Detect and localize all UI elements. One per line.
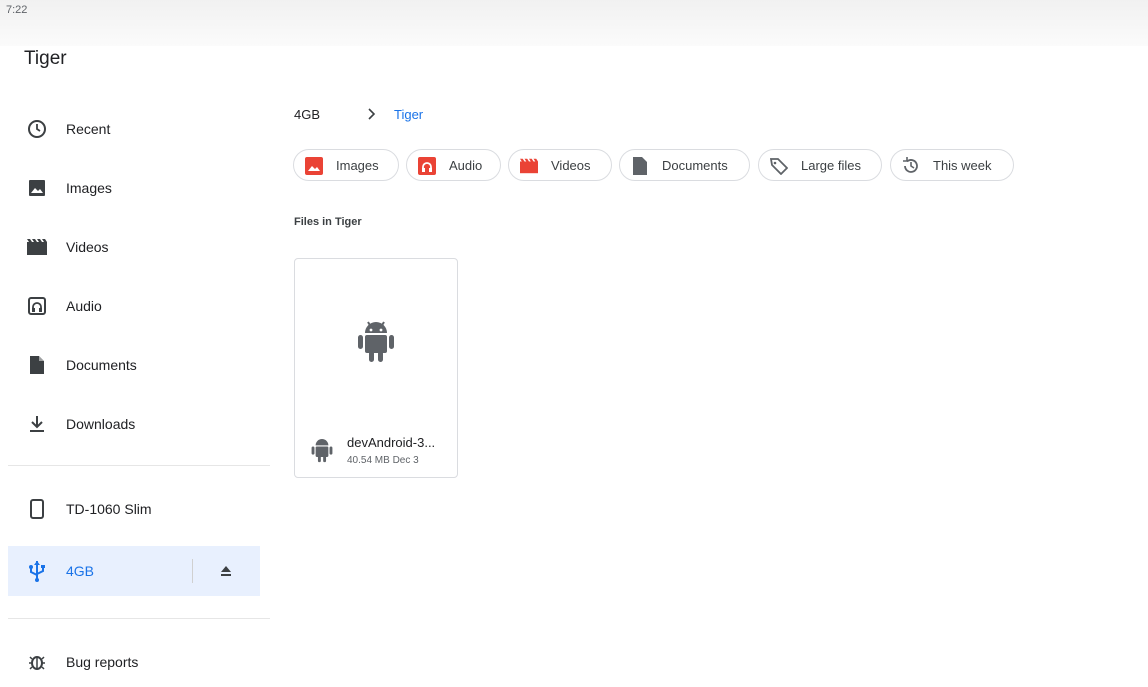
movie-icon <box>520 157 538 175</box>
sidebar-item-downloads[interactable]: Downloads <box>8 399 260 449</box>
sidebar-item-videos[interactable]: Videos <box>8 222 260 272</box>
status-bar: 7:22 <box>0 0 1148 46</box>
eject-separator <box>192 559 193 583</box>
sidebar-item-label: Documents <box>66 357 137 373</box>
android-icon <box>311 437 333 463</box>
sidebar-item-label: TD-1060 Slim <box>66 501 152 517</box>
chip-this-week[interactable]: This week <box>890 149 1014 181</box>
sidebar-item-label: Videos <box>66 239 109 255</box>
movie-icon <box>26 236 48 258</box>
sidebar-item-documents[interactable]: Documents <box>8 340 260 390</box>
chip-documents[interactable]: Documents <box>619 149 750 181</box>
status-time: 7:22 <box>6 4 28 16</box>
files-section-title: Files in Tiger <box>294 216 362 228</box>
sidebar-item-label: Downloads <box>66 416 136 432</box>
sidebar-item-images[interactable]: Images <box>8 163 260 213</box>
label-icon <box>770 157 788 175</box>
sidebar: Recent Images Videos Audio Documents Dow… <box>0 100 270 679</box>
chip-audio[interactable]: Audio <box>406 149 501 181</box>
sidebar-item-label: Bug reports <box>66 654 139 670</box>
image-icon <box>26 177 48 199</box>
sidebar-item-bug-reports[interactable]: Bug reports <box>8 637 260 687</box>
chip-label: Large files <box>801 158 861 173</box>
breadcrumb-current[interactable]: Tiger <box>394 107 423 122</box>
audio-icon <box>418 157 436 175</box>
chevron-right-icon <box>367 107 379 121</box>
bug-icon <box>26 651 48 673</box>
eject-icon[interactable] <box>216 561 236 581</box>
chip-label: Images <box>336 158 379 173</box>
file-card[interactable]: devAndroid-3... 40.54 MB Dec 3 <box>294 258 458 478</box>
history-icon <box>902 157 920 175</box>
phone-icon <box>26 498 48 520</box>
sidebar-item-audio[interactable]: Audio <box>8 281 260 331</box>
sidebar-item-label: 4GB <box>66 563 95 579</box>
audio-icon <box>26 295 48 317</box>
sidebar-item-usb[interactable]: 4GB <box>8 546 260 596</box>
chip-videos[interactable]: Videos <box>508 149 612 181</box>
document-icon <box>631 157 649 175</box>
breadcrumb-root[interactable]: 4GB <box>294 107 320 122</box>
sidebar-item-label: Audio <box>66 298 102 314</box>
sidebar-item-device[interactable]: TD-1060 Slim <box>8 484 260 534</box>
chip-label: Audio <box>449 158 483 173</box>
chip-label: Videos <box>551 158 591 173</box>
usb-icon <box>26 560 48 582</box>
android-icon <box>357 319 395 363</box>
chip-large-files[interactable]: Large files <box>758 149 882 181</box>
clock-icon <box>26 118 48 140</box>
chip-label: This week <box>933 158 992 173</box>
chip-label: Documents <box>662 158 728 173</box>
chip-images[interactable]: Images <box>293 149 399 181</box>
file-name: devAndroid-3... <box>347 435 436 450</box>
sidebar-item-label: Images <box>66 180 112 196</box>
app-title: Tiger <box>24 48 67 69</box>
image-icon <box>305 157 323 175</box>
document-icon <box>26 354 48 376</box>
sidebar-item-label: Recent <box>66 121 111 137</box>
sidebar-item-recent[interactable]: Recent <box>8 104 260 154</box>
file-meta: 40.54 MB Dec 3 <box>347 455 419 466</box>
sidebar-divider <box>8 618 270 619</box>
sidebar-divider <box>8 465 270 466</box>
download-icon <box>26 413 48 435</box>
